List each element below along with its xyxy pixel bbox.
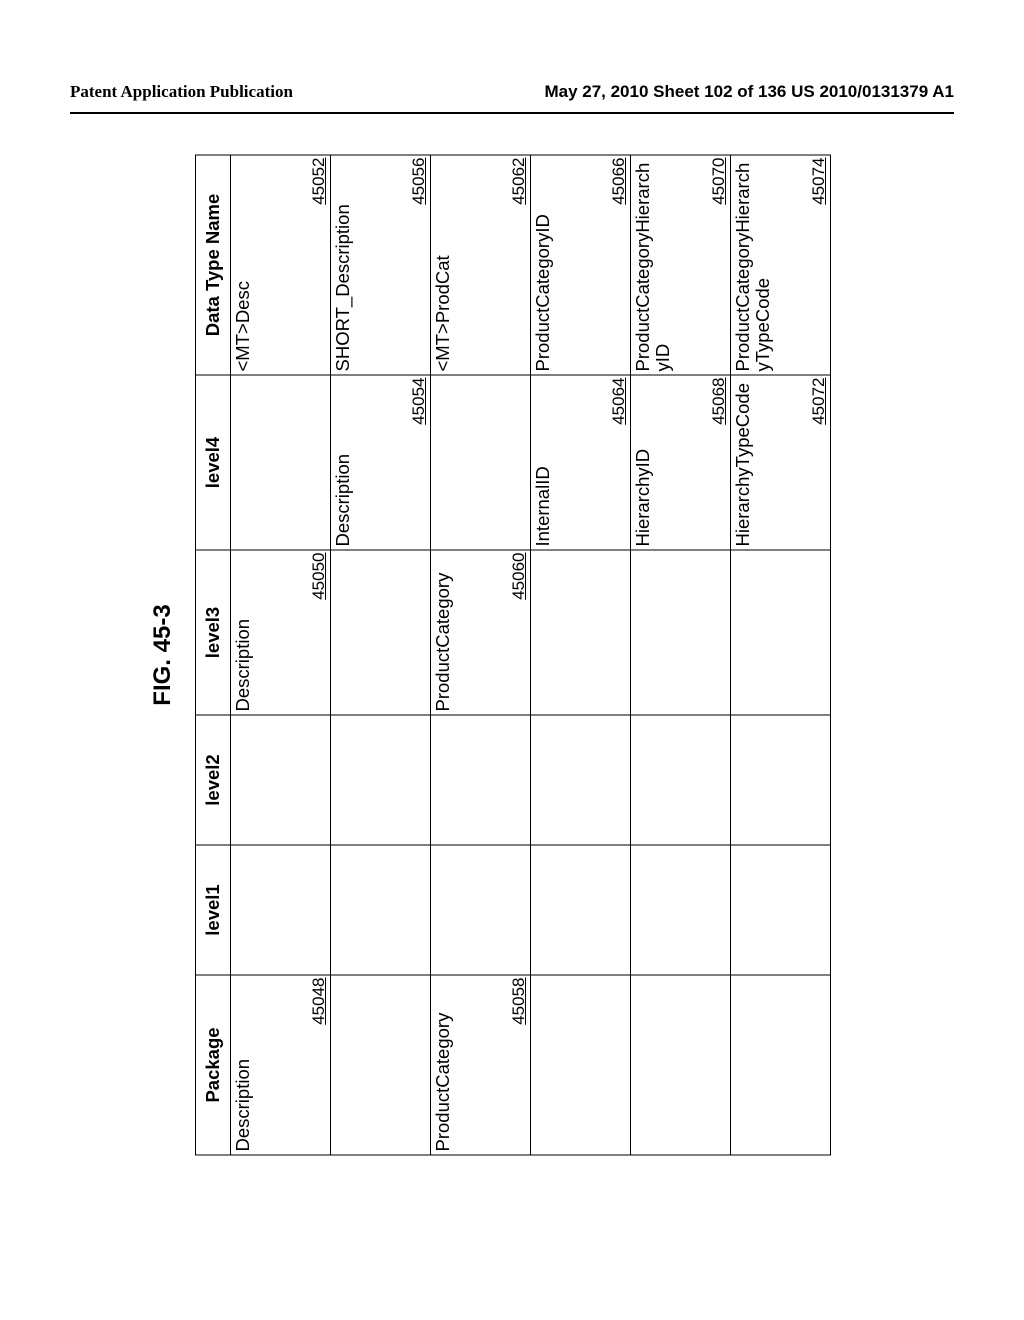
cell-text: <MT>ProdCat: [431, 156, 453, 375]
ref-num: 45064: [609, 378, 629, 425]
ref-num: 45052: [309, 158, 329, 205]
rotated-figure: FIG. 45-3 Package level1 level2 level3 l…: [149, 155, 831, 1156]
ref-num: 45070: [709, 158, 729, 205]
table-body: Description45048 Description45050 <MT>De…: [231, 155, 831, 1155]
col-level1: level1: [196, 845, 231, 975]
cell-text: ProductCategoryID: [531, 156, 553, 375]
table-row: Description 45048 Description 45050 <MT>De…: [231, 155, 331, 1155]
ref-num: 45074: [809, 158, 829, 205]
table-header-row: Package level1 level2 level3 level4 Data…: [196, 155, 231, 1155]
cell-text: HierarchyTypeCode: [731, 376, 753, 550]
cell-text: Description: [231, 551, 253, 715]
data-table: Package level1 level2 level3 level4 Data…: [195, 155, 831, 1156]
header-right: May 27, 2010 Sheet 102 of 136 US 2010/01…: [544, 82, 954, 102]
cell-text: Description: [331, 376, 353, 550]
ref-num: 45056: [409, 158, 429, 205]
figure-title: FIG. 45-3: [149, 155, 177, 1156]
ref-num: 45048: [309, 978, 329, 1025]
cell-text: HierarchyID: [631, 376, 653, 550]
table-row: ProductCategory 45058 ProductCategory 4506…: [431, 155, 531, 1155]
cell-text: Description: [231, 976, 253, 1155]
col-level3: level3: [196, 550, 231, 715]
ref-num: 45062: [509, 158, 529, 205]
cell-text: ProductCategory: [431, 976, 453, 1155]
table-row: InternalID 45064 ProductCategoryID 45066: [531, 155, 631, 1155]
cell-text: InternalID: [531, 376, 553, 550]
col-datatypename: Data Type Name: [196, 155, 231, 375]
ref-num: 45054: [409, 378, 429, 425]
table-row: HierarchyTypeCode 45072 ProductCategoryHi…: [731, 155, 831, 1155]
cell-text: ProductCategory: [431, 551, 453, 715]
table-row: Description 45054 SHORT_Description 45056: [331, 155, 431, 1155]
ref-num: 45058: [509, 978, 529, 1025]
ref-num: 45072: [809, 378, 829, 425]
page-header: Patent Application Publication May 27, 2…: [0, 82, 1024, 110]
cell-text: ProductCategoryHierarchyTypeCode: [731, 156, 774, 375]
col-package: Package: [196, 975, 231, 1155]
col-level4: level4: [196, 375, 231, 550]
col-level2: level2: [196, 715, 231, 845]
cell-text: SHORT_Description: [331, 156, 353, 375]
ref-num: 45068: [709, 378, 729, 425]
ref-num: 45050: [309, 553, 329, 600]
cell-text: ProductCategoryHierarchyID: [631, 156, 674, 375]
ref-num: 45060: [509, 553, 529, 600]
table-row: HierarchyID 45068 ProductCategoryHierarch…: [631, 155, 731, 1155]
header-rule: [70, 112, 954, 114]
cell-text: <MT>Desc: [231, 156, 253, 375]
ref-num: 45066: [609, 158, 629, 205]
header-left: Patent Application Publication: [70, 82, 293, 102]
